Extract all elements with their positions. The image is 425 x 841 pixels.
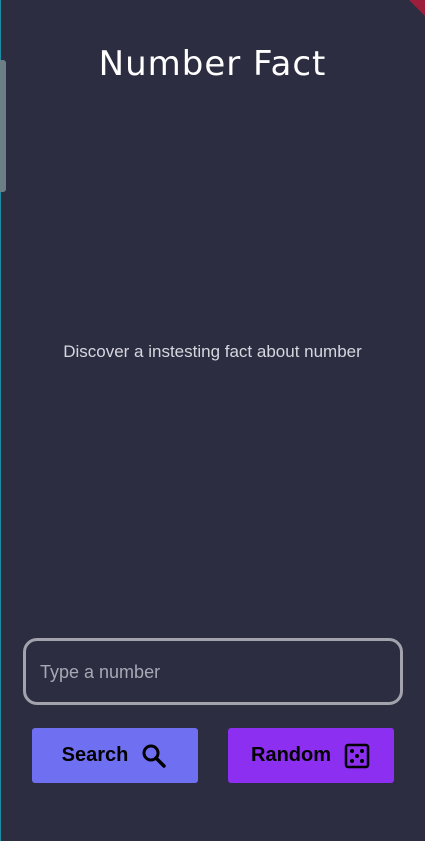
search-icon	[140, 742, 168, 770]
random-button[interactable]: Random	[228, 728, 394, 783]
search-button[interactable]: Search	[32, 728, 198, 783]
fact-message: Discover a instesting fact about number	[63, 342, 362, 361]
number-input-field[interactable]	[23, 638, 403, 705]
page-title: Number Fact	[98, 44, 327, 84]
search-button-label: Search	[61, 744, 129, 766]
dice-icon	[343, 742, 371, 770]
number-input[interactable]	[38, 655, 392, 689]
random-button-label: Random	[251, 744, 331, 766]
corner-ribbon	[409, 0, 425, 16]
